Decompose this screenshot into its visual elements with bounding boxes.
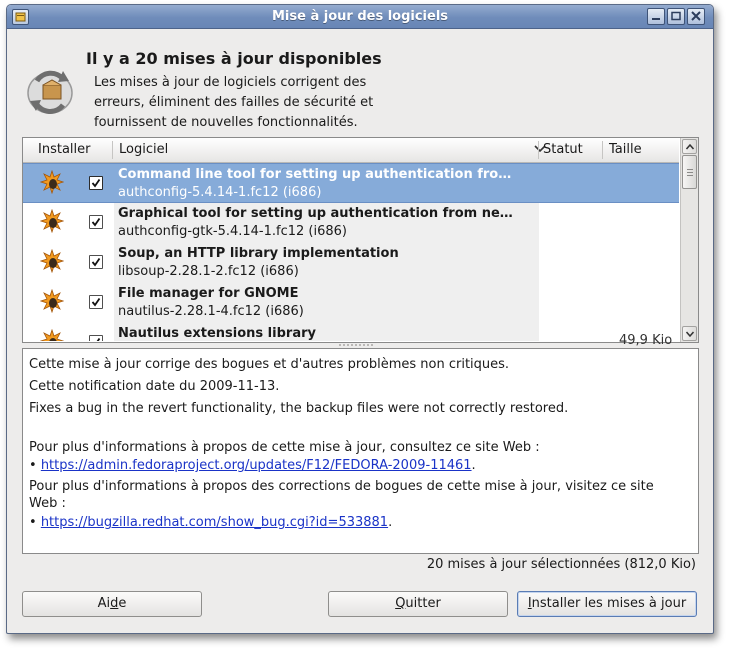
column-separator [602,141,603,159]
package-name: Nautilus extensions library [118,326,316,341]
details-link-line: • https://admin.fedoraproject.org/update… [29,456,476,475]
install-checkbox[interactable] [89,176,103,190]
package-update-icon [40,289,64,313]
period: . [471,458,476,473]
package-name: Graphical tool for setting up authentica… [118,206,513,221]
package-update-icon [40,170,64,194]
period: . [388,515,393,530]
package-name: Soup, an HTTP library implementation [118,246,399,261]
package-version: authconfig-5.4.14-1.fc12 (i686) [118,185,322,200]
description-line: Les mises à jour de logiciels corrigent … [94,75,367,90]
help-button[interactable]: Aide [22,591,202,617]
list-header: Installer Logiciel Statut Taille [23,138,679,163]
window-title: Mise à jour des logiciels [271,9,449,24]
description-line: erreurs, éliminent des failles de sécuri… [94,95,374,110]
close-icon[interactable] [687,8,705,25]
install-updates-button[interactable]: Installer les mises à jour [517,591,697,617]
titlebar[interactable]: Mise à jour des logiciels [7,5,713,29]
details-line: Pour plus d'informations à propos de cet… [29,440,540,455]
button-label: e [118,596,127,611]
update-window: Mise à jour des logiciels Il y a 20 mise… [6,4,714,634]
package-update-icon [40,249,64,273]
pane-resize-handle[interactable] [336,343,376,347]
install-checkbox[interactable] [89,295,103,309]
column-header-status[interactable]: Statut [543,142,583,157]
package-size: 49,9 Kio [619,333,673,348]
maximize-icon[interactable] [667,8,685,25]
quit-button[interactable]: Quitter [328,591,508,617]
list-item[interactable]: Nautilus extensions library [23,323,679,341]
column-separator [112,141,113,159]
software-update-icon [27,70,73,114]
updates-list[interactable]: Installer Logiciel Statut Taille Command… [22,137,699,348]
details-line: Pour plus d'informations à propos des co… [29,479,654,494]
checkbox-checked-icon [91,217,101,227]
column-header-size[interactable]: Taille [609,142,642,157]
column-header-software[interactable]: Logiciel [119,142,168,157]
details-link-line: • https://bugzilla.redhat.com/show_bug.c… [29,513,392,532]
install-checkbox[interactable] [89,255,103,269]
checkbox-checked-icon [96,337,101,341]
page-title: Il y a 20 mises à jour disponibles [86,49,382,68]
bullet: • [29,458,37,473]
checkbox-checked-icon [91,297,101,307]
list-item[interactable]: Command line tool for setting up authent… [23,163,679,203]
update-description: Les mises à jour de logiciels corrigent … [94,73,424,133]
details-line: Web : [29,496,66,511]
bullet: • [29,515,37,530]
bugzilla-link[interactable]: https://bugzilla.redhat.com/show_bug.cgi… [41,515,388,530]
list-item[interactable]: Soup, an HTTP library implementation lib… [23,243,679,283]
minimize-icon[interactable] [647,8,665,25]
details-line: Cette notification date du 2009-11-13. [29,379,280,394]
update-details: Cette mise à jour corrige des bogues et … [22,348,699,554]
scrollbar-thumb[interactable] [682,155,697,189]
fedora-update-link[interactable]: https://admin.fedoraproject.org/updates/… [41,458,472,473]
package-name: File manager for GNOME [118,286,299,301]
scroll-up-icon[interactable] [682,139,697,154]
install-checkbox[interactable] [89,335,103,341]
button-mnemonic: Q [395,596,406,611]
package-update-icon [40,329,64,341]
button-label: Ai [97,596,111,611]
details-line: Cette mise à jour corrige des bogues et … [29,357,510,372]
package-version: libsoup-2.28.1-2.fc12 (i686) [118,264,299,279]
checkbox-checked-icon [91,178,101,188]
package-version: authconfig-gtk-5.4.14-1.fc12 (i686) [118,224,347,239]
list-item[interactable]: Graphical tool for setting up authentica… [23,203,679,243]
package-name: Command line tool for setting up authent… [118,167,512,182]
button-label: uitter [405,596,441,611]
list-item[interactable]: File manager for GNOME nautilus-2.28.1-4… [23,283,679,323]
scroll-down-icon[interactable] [682,326,697,341]
details-line: Fixes a bug in the revert functionality,… [29,401,569,416]
install-checkbox[interactable] [89,215,103,229]
package-version: nautilus-2.28.1-4.fc12 (i686) [118,304,304,319]
column-separator [538,141,539,159]
vertical-scrollbar[interactable] [680,138,698,342]
selection-summary: 20 mises à jour sélectionnées (812,0 Kio… [426,557,696,572]
description-line: fournissent de nouvelles fonctionnalités… [94,115,358,130]
column-header-install[interactable]: Installer [38,142,90,157]
list-rows: Command line tool for setting up authent… [23,163,679,341]
button-label: nstaller les mises à jour [531,596,687,611]
package-update-icon [40,209,64,233]
checkbox-checked-icon [91,257,101,267]
